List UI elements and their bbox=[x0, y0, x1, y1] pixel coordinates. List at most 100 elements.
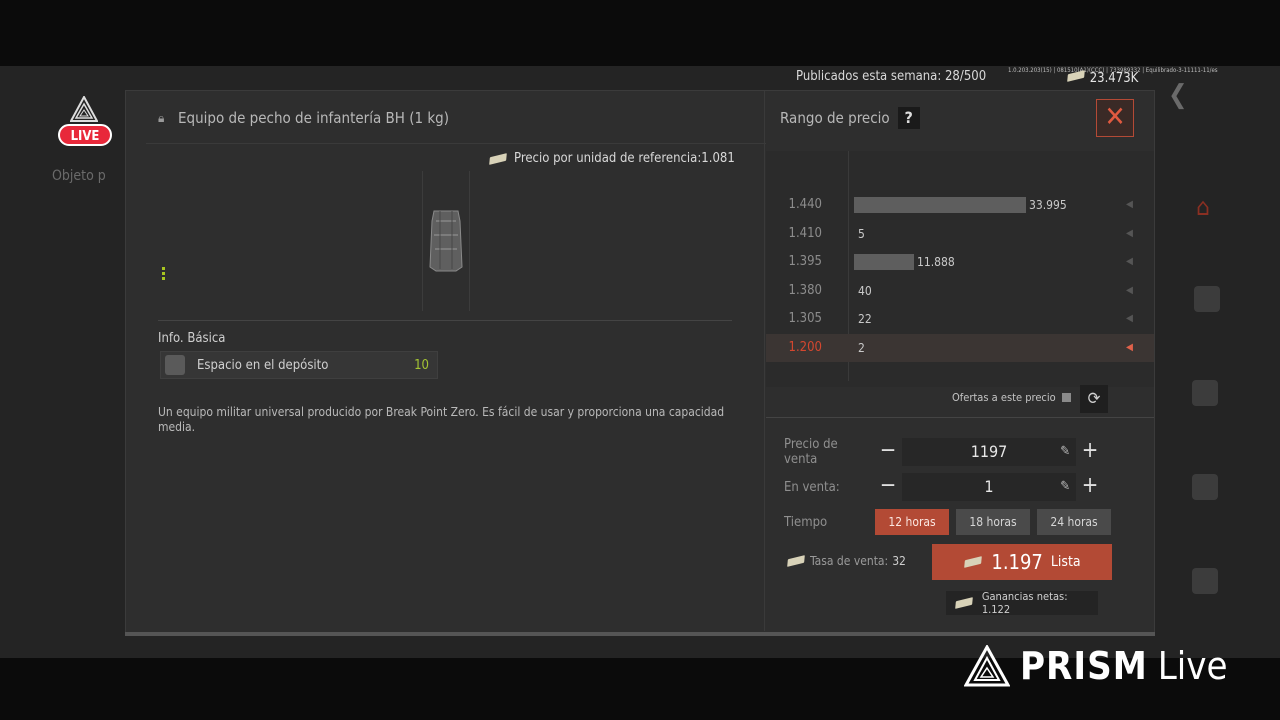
price-increase-button[interactable]: + bbox=[1076, 438, 1104, 466]
quantity-value: 1 bbox=[984, 477, 994, 496]
divider bbox=[158, 320, 732, 321]
volume-count: 22 bbox=[858, 312, 872, 326]
money-icon bbox=[786, 555, 806, 567]
net-earnings: Ganancias netas: 1.122 bbox=[946, 590, 1098, 616]
select-arrow-icon[interactable]: ◀ bbox=[1126, 342, 1133, 353]
price-pane: Rango de precio ? ✕ 1.440 33.995 ◀ 1.410 5 ◀ 1… bbox=[766, 91, 1154, 635]
sell-item-dialog: 🔒︎ Equipo de pecho de infantería BH (1 k… bbox=[125, 90, 1155, 636]
list-label: Lista bbox=[1050, 554, 1081, 570]
sale-price-input[interactable]: 1197 ✎ bbox=[902, 438, 1076, 466]
check-icon[interactable] bbox=[1192, 568, 1218, 594]
item-name: Equipo de pecho de infantería BH (1 kg) bbox=[178, 109, 450, 127]
list-item-button[interactable]: 1.197 Lista bbox=[932, 544, 1112, 580]
duration-12h-button[interactable]: 12 horas bbox=[875, 509, 949, 535]
price-level-row[interactable]: 1.380 40 ◀ bbox=[766, 277, 1154, 305]
item-details-pane: 🔒︎ Equipo de pecho de infantería BH (1 k… bbox=[126, 91, 766, 635]
offers-checkbox[interactable] bbox=[1061, 393, 1071, 402]
reference-price-label: Precio por unidad de referencia: bbox=[514, 151, 702, 166]
net-earnings-label: Ganancias netas: 1.122 bbox=[981, 590, 1068, 616]
quantity-decrease-button[interactable]: − bbox=[874, 473, 902, 501]
prism-triangle-icon bbox=[70, 96, 98, 122]
dialog-bottom-edge bbox=[125, 632, 1155, 636]
storage-value: 10 bbox=[414, 357, 429, 373]
money-icon bbox=[963, 556, 983, 568]
close-button[interactable]: ✕ bbox=[1096, 99, 1134, 137]
live-badge: LIVE bbox=[58, 124, 112, 146]
volume-count: 11.888 bbox=[917, 255, 955, 269]
item-description: Un equipo militar universal producido po… bbox=[158, 405, 725, 434]
item-title: 🔒︎ Equipo de pecho de infantería BH (1 k… bbox=[158, 109, 449, 127]
currency-balance: 23.473K bbox=[1066, 70, 1139, 86]
offers-label: Ofertas a este precio bbox=[952, 391, 1056, 404]
price-decrease-button[interactable]: − bbox=[874, 438, 902, 466]
money-icon bbox=[954, 597, 974, 609]
storage-icon bbox=[165, 355, 185, 375]
live-indicator: LIVE bbox=[58, 96, 112, 148]
prism-logo-icon bbox=[964, 645, 1010, 687]
storage-label: Espacio en el depósito bbox=[197, 357, 329, 373]
back-arrow-icon[interactable]: ❮ bbox=[1168, 80, 1188, 110]
volume-count: 5 bbox=[858, 226, 865, 241]
sale-price-row: Precio de venta − 1197 ✎ + bbox=[784, 437, 1104, 467]
basic-info-heading: Info. Básica bbox=[158, 331, 226, 346]
quantity-increase-button[interactable]: + bbox=[1076, 473, 1104, 501]
volume-bar bbox=[854, 197, 1026, 213]
duration-18h-button[interactable]: 18 horas bbox=[956, 509, 1030, 535]
pane-divider bbox=[764, 91, 765, 631]
price-level-label: 1.440 bbox=[788, 197, 822, 212]
help-button[interactable]: ? bbox=[897, 107, 920, 129]
price-level-row[interactable]: 1.200 2 ◀ bbox=[766, 333, 1154, 362]
duration-24h-button[interactable]: 24 horas bbox=[1037, 509, 1111, 535]
prism-brand: PRISM bbox=[1020, 644, 1148, 688]
quantity-row: En venta: − 1 ✎ + bbox=[784, 473, 1104, 501]
duration-row: Tiempo 12 horas 18 horas 24 horas bbox=[784, 508, 1118, 536]
lock-icon: 🔒︎ bbox=[158, 111, 165, 125]
price-level-label: 1.410 bbox=[788, 225, 822, 241]
price-level-label: 1.395 bbox=[788, 254, 822, 269]
background-side-menu: ⌂ bbox=[1160, 140, 1280, 640]
price-level-label: 1.305 bbox=[788, 311, 822, 326]
prism-live-label: Live bbox=[1157, 644, 1228, 688]
money-icon bbox=[1066, 70, 1086, 82]
published-this-week: Publicados esta semana: 28/500 bbox=[796, 69, 987, 84]
sale-price-value: 1197 bbox=[970, 442, 1008, 461]
volume-count: 2 bbox=[858, 340, 865, 355]
sale-fee-label: Tasa de venta: bbox=[810, 554, 889, 568]
divider bbox=[146, 143, 766, 144]
background-tab-label: Objeto p bbox=[52, 168, 106, 184]
quantity-input[interactable]: 1 ✎ bbox=[902, 473, 1076, 501]
price-level-label: 1.200 bbox=[788, 339, 822, 355]
volume-count: 33.995 bbox=[1029, 198, 1067, 212]
box-icon[interactable] bbox=[1192, 380, 1218, 406]
edit-icon[interactable]: ✎ bbox=[1060, 473, 1070, 501]
select-arrow-icon[interactable]: ◀ bbox=[1126, 256, 1133, 267]
offers-at-price: Ofertas a este precio bbox=[952, 391, 1071, 404]
durability-indicator bbox=[162, 267, 166, 281]
reference-price: Precio por unidad de referencia: 1.081 bbox=[488, 151, 735, 166]
select-arrow-icon[interactable]: ◀ bbox=[1126, 313, 1133, 324]
sale-fee-value: 32 bbox=[892, 554, 906, 568]
refresh-button[interactable]: ⟳ bbox=[1080, 385, 1108, 413]
money-icon bbox=[488, 153, 508, 165]
duration-label: Tiempo bbox=[784, 514, 828, 530]
sale-price-label: Precio de venta bbox=[784, 437, 838, 467]
divider bbox=[766, 417, 1154, 418]
select-arrow-icon[interactable]: ◀ bbox=[1126, 228, 1133, 239]
volume-bar bbox=[854, 254, 914, 270]
price-level-row[interactable]: 1.395 11.888 ◀ bbox=[766, 248, 1154, 276]
price-level-row[interactable]: 1.410 5 ◀ bbox=[766, 220, 1154, 248]
chest-rig-image bbox=[429, 210, 463, 272]
price-level-row[interactable]: 1.440 33.995 ◀ bbox=[766, 191, 1154, 219]
home-icon[interactable]: ⌂ bbox=[1190, 194, 1216, 220]
weapon-icon[interactable] bbox=[1194, 286, 1220, 312]
bag-icon[interactable] bbox=[1192, 474, 1218, 500]
select-arrow-icon[interactable]: ◀ bbox=[1126, 285, 1133, 296]
prism-live-watermark: PRISM Live bbox=[964, 644, 1228, 688]
select-arrow-icon[interactable]: ◀ bbox=[1126, 199, 1133, 210]
price-level-row[interactable]: 1.305 22 ◀ bbox=[766, 305, 1154, 333]
edit-icon[interactable]: ✎ bbox=[1060, 438, 1070, 466]
sale-fee: Tasa de venta: 32 bbox=[786, 554, 906, 568]
reference-price-value: 1.081 bbox=[701, 151, 735, 166]
price-range-label: Rango de precio bbox=[780, 109, 890, 127]
volume-count: 40 bbox=[858, 283, 872, 298]
